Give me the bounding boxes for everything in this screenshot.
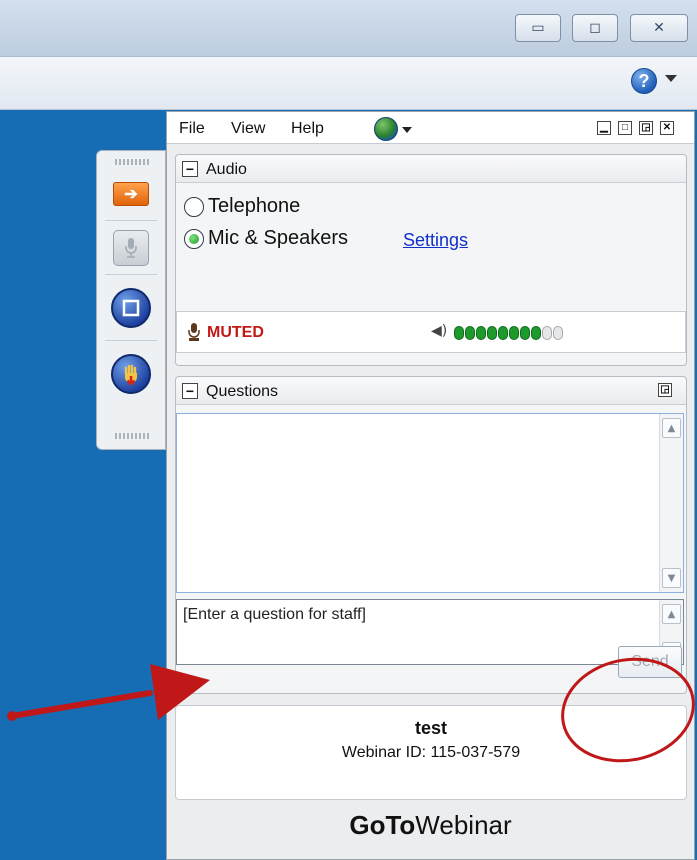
annotation-arrow-shaft [9, 690, 153, 719]
annotation-overlay [7, 657, 695, 763]
annotation-arrow-tail [7, 711, 17, 721]
annotation-circle [561, 657, 695, 763]
annotation-arrow-head [150, 664, 210, 720]
